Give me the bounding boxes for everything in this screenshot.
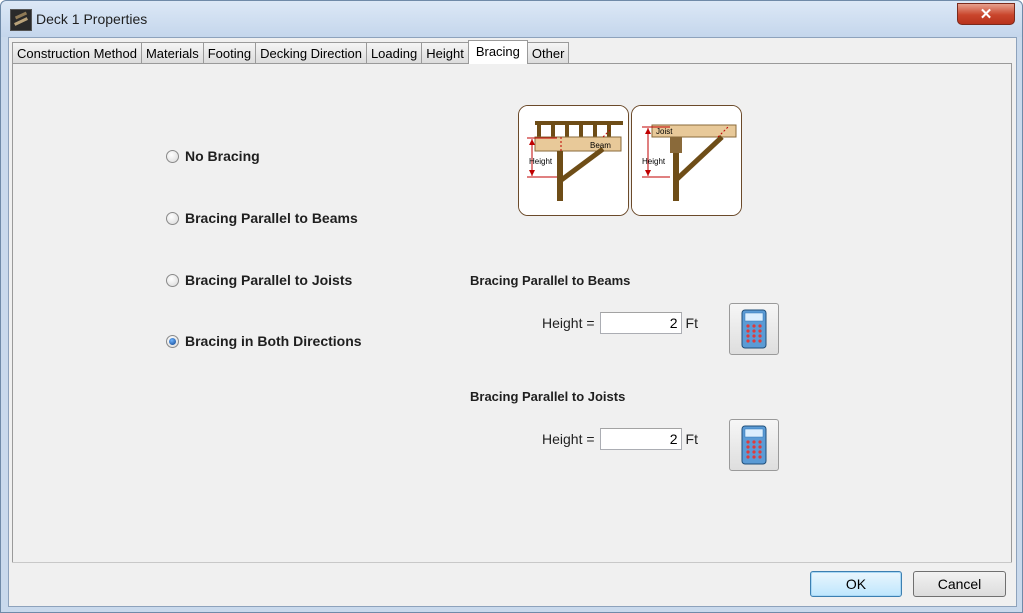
- diagram-beam-label: Beam: [590, 141, 611, 150]
- beams-height-input[interactable]: [599, 312, 682, 334]
- properties-window: Deck 1 Properties ✕ Construction Method …: [0, 0, 1023, 613]
- radio-label: No Bracing: [185, 148, 260, 164]
- radio-button[interactable]: [166, 149, 179, 163]
- radio-button[interactable]: [166, 211, 179, 225]
- joists-height-input[interactable]: [599, 428, 682, 450]
- diagram-joist-label: Joist: [656, 127, 673, 136]
- radio-label: Bracing Parallel to Beams: [185, 210, 358, 226]
- calculator-icon: [741, 425, 767, 465]
- radio-button-selected[interactable]: [166, 334, 179, 348]
- bracing-tab-panel: No Bracing Bracing Parallel to Beams Bra…: [12, 63, 1012, 563]
- radio-button[interactable]: [166, 273, 179, 287]
- tab-other[interactable]: Other: [526, 42, 570, 63]
- radio-bracing-parallel-beams[interactable]: Bracing Parallel to Beams: [166, 210, 358, 226]
- tab-footing[interactable]: Footing: [202, 42, 257, 63]
- joists-height-row: Height = Ft: [542, 428, 698, 450]
- tab-strip: Construction Method Materials Footing De…: [12, 40, 570, 64]
- title-bar: Deck 1 Properties ✕: [1, 1, 1022, 37]
- radio-bracing-both-directions[interactable]: Bracing in Both Directions: [166, 333, 362, 349]
- ok-button[interactable]: OK: [810, 571, 902, 597]
- beam-bracing-illustration: Height Beam: [519, 106, 628, 215]
- tab-construction-method[interactable]: Construction Method: [12, 42, 142, 63]
- radio-label: Bracing Parallel to Joists: [185, 272, 353, 288]
- tab-decking-direction[interactable]: Decking Direction: [255, 42, 367, 63]
- joists-height-label: Height =: [542, 431, 595, 447]
- tab-bracing[interactable]: Bracing: [467, 40, 528, 64]
- tab-height[interactable]: Height: [421, 42, 469, 63]
- calculator-icon: [741, 309, 767, 349]
- diagram-height-label: Height: [642, 157, 666, 166]
- joists-height-unit: Ft: [685, 431, 698, 447]
- beams-height-label: Height =: [542, 315, 595, 331]
- radio-bracing-parallel-joists[interactable]: Bracing Parallel to Joists: [166, 272, 352, 288]
- dialog-body: Construction Method Materials Footing De…: [8, 37, 1017, 607]
- joists-calculator-button[interactable]: [729, 419, 779, 471]
- footer-divider: [12, 562, 1012, 563]
- radio-label: Bracing in Both Directions: [185, 333, 362, 349]
- close-button[interactable]: ✕: [957, 3, 1015, 25]
- cancel-button[interactable]: Cancel: [913, 571, 1006, 597]
- joists-section-title: Bracing Parallel to Joists: [470, 389, 626, 404]
- beams-calculator-button[interactable]: [729, 303, 779, 355]
- tab-loading[interactable]: Loading: [365, 42, 423, 63]
- radio-no-bracing[interactable]: No Bracing: [166, 148, 260, 164]
- deck-app-icon: [10, 9, 32, 31]
- joist-bracing-illustration: Height Joist: [632, 106, 741, 215]
- diagram-height-label: Height: [529, 157, 553, 166]
- beams-section-title: Bracing Parallel to Beams: [470, 273, 631, 288]
- tab-materials[interactable]: Materials: [140, 42, 204, 63]
- window-title: Deck 1 Properties: [36, 11, 148, 27]
- beams-height-row: Height = Ft: [542, 312, 698, 334]
- joist-bracing-diagram: Height Joist: [631, 105, 742, 216]
- beams-height-unit: Ft: [685, 315, 698, 331]
- beam-bracing-diagram: Height Beam: [518, 105, 629, 216]
